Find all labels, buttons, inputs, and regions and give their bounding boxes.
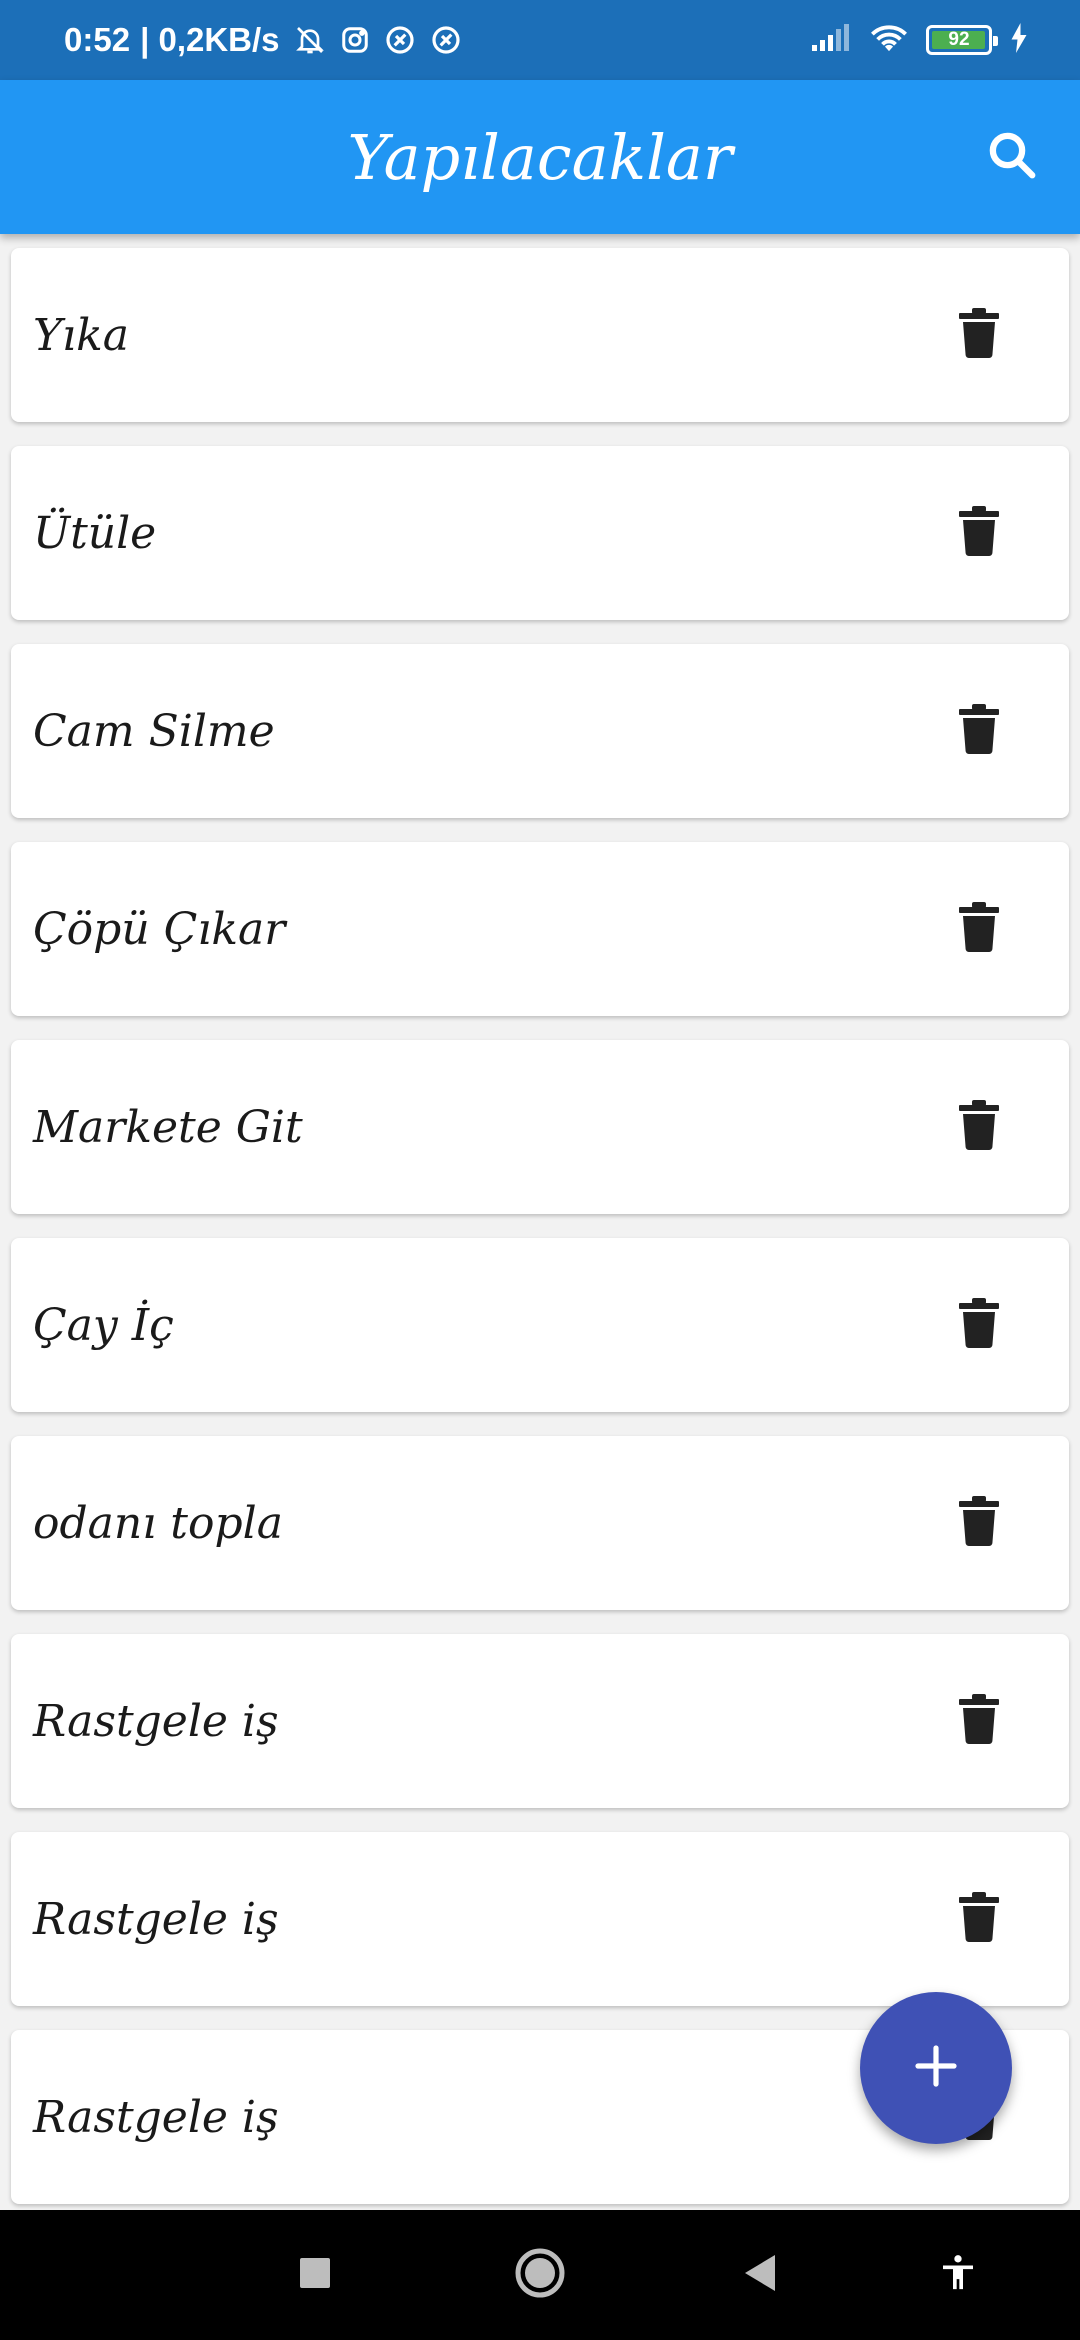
trash-icon xyxy=(957,1099,1001,1155)
trash-icon xyxy=(957,703,1001,759)
signal-icon xyxy=(810,23,852,57)
network-speed: | 0,2KB/s xyxy=(140,21,280,58)
status-right: 92 xyxy=(810,0,1030,80)
delete-todo-button[interactable] xyxy=(931,1673,1027,1769)
back-button[interactable] xyxy=(720,2235,800,2315)
todo-title: Çay İç xyxy=(33,1299,174,1351)
delete-todo-button[interactable] xyxy=(931,881,1027,977)
add-todo-button[interactable] xyxy=(860,1992,1012,2144)
todo-title: Rastgele iş xyxy=(33,1893,279,1945)
todo-item[interactable]: Yıka xyxy=(11,248,1069,422)
home-button[interactable] xyxy=(500,2235,580,2315)
trash-icon xyxy=(957,1693,1001,1749)
accessibility-button[interactable] xyxy=(918,2235,998,2315)
trash-icon xyxy=(957,1495,1001,1551)
system-nav-bar xyxy=(0,2210,1080,2340)
todo-item[interactable]: odanı topla xyxy=(11,1436,1069,1610)
circle-home-icon xyxy=(514,2247,566,2303)
todo-item[interactable]: Çay İç xyxy=(11,1238,1069,1412)
trash-icon xyxy=(957,1891,1001,1947)
plus-icon xyxy=(912,2042,960,2094)
delete-todo-button[interactable] xyxy=(931,1277,1027,1373)
todo-item[interactable]: Cam Silme xyxy=(11,644,1069,818)
delete-todo-button[interactable] xyxy=(931,485,1027,581)
app-bar: Yapılacaklar xyxy=(0,80,1080,234)
todo-title: Ütüle xyxy=(33,507,157,559)
delete-todo-button[interactable] xyxy=(931,1079,1027,1175)
battery-icon: 92 xyxy=(926,25,998,55)
page-title: Yapılacaklar xyxy=(347,120,733,194)
trash-icon xyxy=(957,1297,1001,1353)
delete-todo-button[interactable] xyxy=(931,1871,1027,1967)
delete-todo-button[interactable] xyxy=(931,1475,1027,1571)
todo-title: Cam Silme xyxy=(33,705,275,757)
search-icon xyxy=(985,128,1039,186)
todo-title: Rastgele iş xyxy=(33,2091,279,2143)
battery-level: 92 xyxy=(948,29,970,50)
todo-title: Yıka xyxy=(33,309,130,361)
todo-item[interactable]: Çöpü Çıkar xyxy=(11,842,1069,1016)
todo-list: Yıka Ütüle Cam Silme Çöpü Çıkar Markete Git Ç… xyxy=(11,248,1069,2228)
todo-title: Rastgele iş xyxy=(33,1695,279,1747)
todo-item[interactable]: Rastgele iş xyxy=(11,1634,1069,1808)
square-recents-icon xyxy=(298,2256,332,2294)
app-notification-icon xyxy=(384,24,416,56)
wifi-icon xyxy=(868,22,910,58)
triangle-back-icon xyxy=(741,2253,779,2297)
status-bar: 0:52 | 0,2KB/s 92 xyxy=(0,0,1080,80)
status-time: 0:52 xyxy=(64,21,131,58)
todo-title: odanı topla xyxy=(33,1497,283,1549)
status-left: 0:52 | 0,2KB/s xyxy=(64,0,462,80)
delete-todo-button[interactable] xyxy=(931,683,1027,779)
todo-item[interactable]: Markete Git xyxy=(11,1040,1069,1214)
bell-off-icon xyxy=(294,24,326,56)
app-notification-icon xyxy=(430,24,462,56)
todo-item[interactable]: Ütüle xyxy=(11,446,1069,620)
accessibility-icon xyxy=(938,2251,978,2299)
todo-title: Çöpü Çıkar xyxy=(33,903,286,955)
trash-icon xyxy=(957,901,1001,957)
trash-icon xyxy=(957,307,1001,363)
search-button[interactable] xyxy=(968,113,1056,201)
instagram-icon xyxy=(340,25,370,55)
todo-title: Markete Git xyxy=(33,1101,303,1153)
trash-icon xyxy=(957,505,1001,561)
todo-item[interactable]: Rastgele iş xyxy=(11,1832,1069,2006)
charging-icon xyxy=(1008,23,1030,57)
delete-todo-button[interactable] xyxy=(931,287,1027,383)
recents-button[interactable] xyxy=(275,2235,355,2315)
